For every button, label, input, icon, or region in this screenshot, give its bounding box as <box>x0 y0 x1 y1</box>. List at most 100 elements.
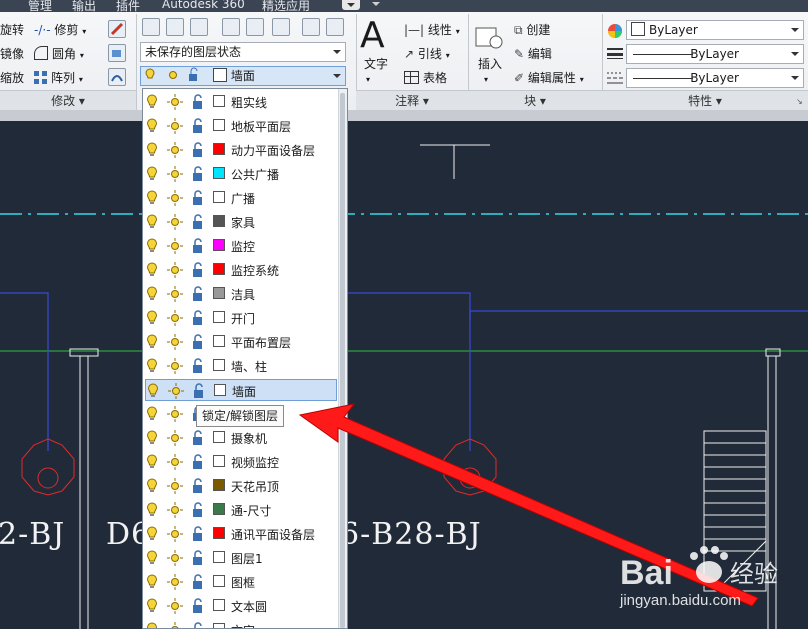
layer-color-swatch[interactable] <box>213 431 225 443</box>
layer-state-icons[interactable] <box>146 262 211 281</box>
insert-block-icon[interactable] <box>474 22 504 56</box>
layer-state-icons[interactable] <box>146 94 211 113</box>
properties-panel-title[interactable]: 特性 ▾ <box>602 90 808 111</box>
layer-list-item[interactable]: 动力平面设备层 <box>145 139 337 161</box>
layer-list-item[interactable]: 公共广播 <box>145 163 337 185</box>
layer-color-swatch[interactable] <box>213 455 225 467</box>
layer-previous-icon[interactable] <box>190 18 208 36</box>
offset-icon[interactable] <box>108 68 126 86</box>
rotate-button[interactable]: 旋转 <box>0 22 24 38</box>
layer-list-item[interactable]: 广播 <box>145 187 337 209</box>
fillet-button[interactable]: 圆角 ▾ <box>34 46 84 64</box>
layer-state-icons[interactable] <box>146 478 211 497</box>
match-properties-icon[interactable] <box>108 20 126 38</box>
layer-state-icons[interactable] <box>147 383 212 402</box>
layer-list-item[interactable]: 粗实线 <box>145 91 337 113</box>
current-layer-combo[interactable]: 墙面 <box>140 66 346 86</box>
scale-button[interactable]: 缩放 <box>0 70 24 86</box>
linetype-combo[interactable]: ByLayer <box>626 68 804 88</box>
layer-list-item[interactable]: 通-尺寸 <box>145 499 337 521</box>
text-icon[interactable]: A <box>360 16 385 56</box>
layer-match-icon[interactable] <box>166 18 184 36</box>
layer-color-swatch[interactable] <box>214 384 226 396</box>
layer-state-icons[interactable] <box>146 310 211 329</box>
layer-list-item[interactable]: 开门 <box>145 307 337 329</box>
layer-properties-icon[interactable] <box>142 18 160 36</box>
layer-state-icons[interactable] <box>146 214 211 233</box>
layer-state-icons[interactable] <box>146 118 211 137</box>
scrollbar-thumb[interactable] <box>340 93 345 628</box>
layer-color-swatch[interactable] <box>213 599 225 611</box>
layer-state-icons[interactable] <box>146 358 211 377</box>
layer-state-icons[interactable] <box>146 502 211 521</box>
array-button[interactable]: 阵列 ▾ <box>34 70 83 88</box>
layer-color-swatch[interactable] <box>213 143 225 155</box>
insert-button[interactable]: 插入 <box>478 56 502 72</box>
menu-plugins[interactable]: 插件 <box>116 0 140 12</box>
layer-state-icons[interactable] <box>146 622 211 628</box>
layer-list-item[interactable]: 通讯平面设备层 <box>145 523 337 545</box>
trim-button[interactable]: -/·- 修剪 ▾ <box>34 22 86 40</box>
workspace-dropdown-button[interactable] <box>342 0 360 10</box>
edit-attributes-button[interactable]: ✐ 编辑属性 ▾ <box>514 70 584 88</box>
table-button[interactable]: 表格 <box>404 70 447 86</box>
modify-panel-title[interactable]: 修改 ▾ <box>0 90 136 111</box>
annotation-panel-title[interactable]: 注释 ▾ <box>356 90 468 111</box>
chevron-down-icon[interactable] <box>372 2 380 10</box>
menu-featured-apps[interactable]: 精选应用 <box>262 0 310 12</box>
layer-color-swatch[interactable] <box>213 479 225 491</box>
menu-autodesk360[interactable]: Autodesk 360 <box>162 0 245 11</box>
layer-list-item[interactable]: 墙面 <box>145 379 337 401</box>
layer-color-swatch[interactable] <box>213 167 225 179</box>
layer-state-icons[interactable] <box>146 430 211 449</box>
dropdown-scrollbar[interactable] <box>338 89 347 628</box>
layer-isolate-icon[interactable] <box>222 18 240 36</box>
edit-block-button[interactable]: ✎ 编辑 <box>514 46 552 62</box>
layer-list-item[interactable]: 洁具 <box>145 283 337 305</box>
layer-list-item[interactable]: 图框 <box>145 571 337 593</box>
create-block-button[interactable]: ⧉ 创建 <box>514 22 550 38</box>
layer-list-item[interactable]: 文本圆 <box>145 595 337 617</box>
layer-state-icons[interactable] <box>146 286 211 305</box>
layer-color-swatch[interactable] <box>213 311 225 323</box>
chevron-down-icon[interactable]: ▾ <box>366 72 370 88</box>
layer-color-swatch[interactable] <box>213 623 225 628</box>
layer-color-swatch[interactable] <box>213 215 225 227</box>
layer-list-item[interactable]: 平面布置层 <box>145 331 337 353</box>
layer-list-item[interactable]: 摄象机 <box>145 427 337 449</box>
layer-color-swatch[interactable] <box>213 263 225 275</box>
layer-state-combo[interactable]: 未保存的图层状态 <box>140 42 346 62</box>
text-button[interactable]: 文字 <box>364 56 388 72</box>
layer-list-item[interactable]: 视频监控 <box>145 451 337 473</box>
layer-freeze-icon[interactable] <box>272 18 290 36</box>
layer-state-icons[interactable] <box>146 526 211 545</box>
lineweight-combo[interactable]: ByLayer <box>626 44 804 64</box>
layer-state-icons[interactable] <box>146 166 211 185</box>
menu-manage[interactable]: 管理 <box>28 0 52 12</box>
panel-launcher-icon[interactable]: ↘ <box>796 94 803 110</box>
layer-state-icons[interactable] <box>146 574 211 593</box>
layer-state-icons[interactable] <box>146 598 211 617</box>
layer-color-swatch[interactable] <box>213 119 225 131</box>
layer-dropdown-list[interactable]: 粗实线 地板平面层 动力平面设备层 公共广播 广播 家具 监控 监控系统 洁具 开门 平面布置层 墙、… <box>142 88 348 629</box>
layer-color-swatch[interactable] <box>213 335 225 347</box>
layer-state-icons[interactable] <box>146 454 211 473</box>
layer-state-icons[interactable] <box>146 238 211 257</box>
layer-lock-icon[interactable] <box>326 18 344 36</box>
layer-unisolate-icon[interactable] <box>246 18 264 36</box>
layer-list-item[interactable]: 文字 <box>145 619 337 628</box>
layer-color-swatch[interactable] <box>213 503 225 515</box>
layer-state-icons[interactable] <box>146 334 211 353</box>
layer-color-swatch[interactable] <box>213 95 225 107</box>
layer-color-swatch[interactable] <box>213 191 225 203</box>
menu-output[interactable]: 输出 <box>72 0 96 12</box>
stretch-icon[interactable] <box>108 44 126 62</box>
layer-color-swatch[interactable] <box>213 239 225 251</box>
layer-color-swatch[interactable] <box>213 551 225 563</box>
color-combo[interactable]: ByLayer <box>626 20 804 40</box>
layer-state-icons[interactable] <box>146 550 211 569</box>
layer-list-item[interactable]: 墙、柱 <box>145 355 337 377</box>
mirror-button[interactable]: 镜像 <box>0 46 24 62</box>
block-panel-title[interactable]: 块 ▾ <box>468 90 602 111</box>
layer-color-swatch[interactable] <box>213 527 225 539</box>
